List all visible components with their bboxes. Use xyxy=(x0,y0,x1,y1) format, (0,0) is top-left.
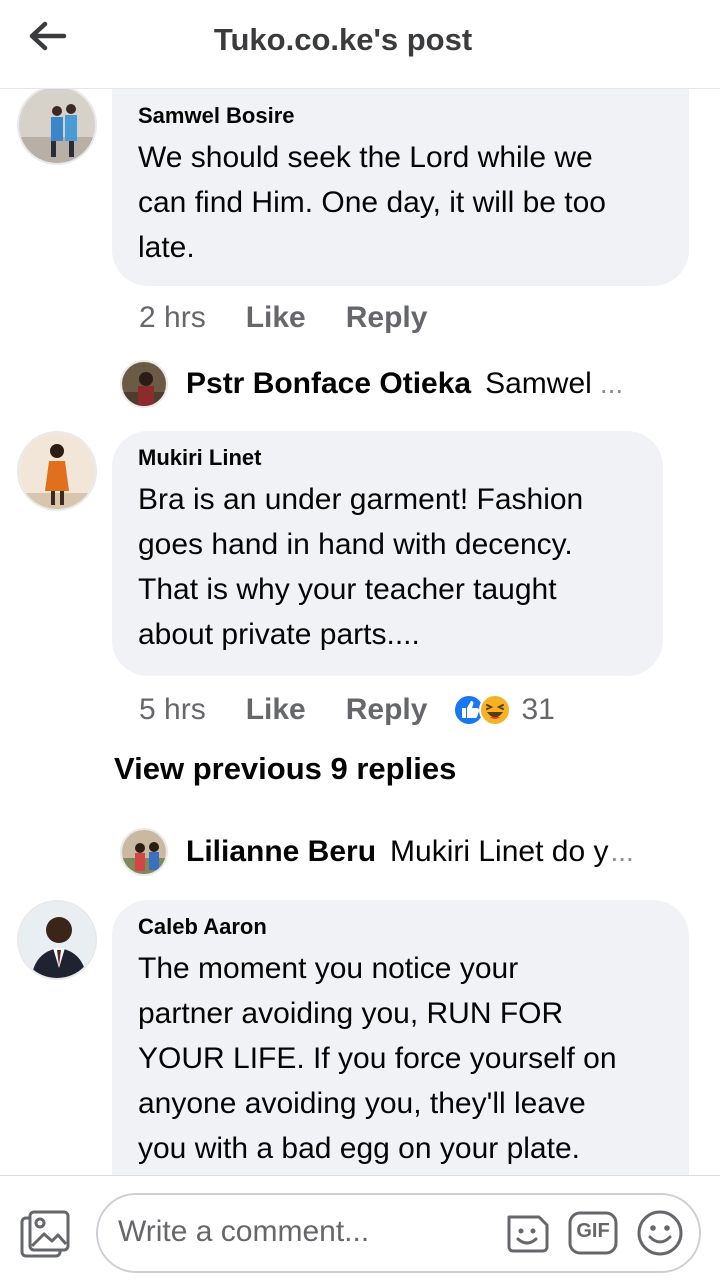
reply-preview[interactable]: Pstr Bonface Otieka Samwel ... xyxy=(120,359,660,409)
avatar[interactable] xyxy=(17,900,97,980)
gif-label: GIF xyxy=(576,1220,610,1242)
comment-input[interactable]: Write a comment... GIF xyxy=(96,1193,701,1273)
haha-reaction-icon xyxy=(479,694,512,726)
truncation-ellipsis: ... xyxy=(610,836,634,867)
avatar[interactable] xyxy=(120,828,168,876)
emoji-icon[interactable] xyxy=(634,1207,686,1259)
comment-bubble[interactable]: Caleb Aaron The moment you notice your p… xyxy=(112,900,689,1175)
reactions-summary[interactable]: 31 xyxy=(453,693,555,727)
reply-button[interactable]: Reply xyxy=(346,301,428,335)
comment-text: We should seek the Lord while we can fin… xyxy=(138,141,606,264)
like-button[interactable]: Like xyxy=(246,301,306,335)
comments-feed[interactable]: Samwel Bosire We should seek the Lord wh… xyxy=(0,89,720,1175)
comment-timestamp[interactable]: 2 hrs xyxy=(139,301,206,335)
reply-button[interactable]: Reply xyxy=(346,693,428,727)
comment-text: Bra is an under garment! Fashion goes ha… xyxy=(138,483,584,651)
sticker-icon[interactable] xyxy=(501,1207,553,1259)
comment-actions: 5 hrs Like Reply 31 xyxy=(139,693,555,727)
comment-input-placeholder: Write a comment... xyxy=(118,1215,370,1248)
reply-author[interactable]: Pstr Bonface Otieka xyxy=(186,367,471,401)
top-bar: Tuko.co.ke's post xyxy=(0,0,720,89)
gif-icon[interactable]: GIF xyxy=(567,1207,619,1259)
page-title: Tuko.co.ke's post xyxy=(213,22,473,57)
view-previous-replies-link[interactable]: View previous 9 replies xyxy=(114,751,456,787)
photo-icon[interactable] xyxy=(18,1208,74,1264)
comment-bubble[interactable]: Samwel Bosire We should seek the Lord wh… xyxy=(112,89,689,286)
comment-author[interactable]: Caleb Aaron xyxy=(138,914,663,940)
comment-composer: Write a comment... GIF xyxy=(0,1175,720,1280)
reply-author[interactable]: Lilianne Beru xyxy=(186,835,376,869)
comment-bubble[interactable]: Mukiri Linet Bra is an under garment! Fa… xyxy=(112,431,663,676)
avatar[interactable] xyxy=(17,431,97,511)
reply-preview[interactable]: Lilianne Beru Mukiri Linet do y ... xyxy=(120,827,676,877)
reply-text: Mukiri Linet do y xyxy=(390,835,609,868)
comment-actions: 2 hrs Like Reply xyxy=(139,301,467,335)
truncation-ellipsis: ... xyxy=(599,368,624,399)
comment-author[interactable]: Mukiri Linet xyxy=(138,445,637,471)
avatar[interactable] xyxy=(17,89,97,165)
like-button[interactable]: Like xyxy=(246,693,306,727)
reaction-count: 31 xyxy=(521,693,555,726)
reply-text: Samwel xyxy=(485,367,592,400)
comment-timestamp[interactable]: 5 hrs xyxy=(139,693,206,727)
comment-text: The moment you notice your partner avoid… xyxy=(138,952,617,1165)
avatar[interactable] xyxy=(120,360,168,408)
comment-author[interactable]: Samwel Bosire xyxy=(138,103,663,129)
